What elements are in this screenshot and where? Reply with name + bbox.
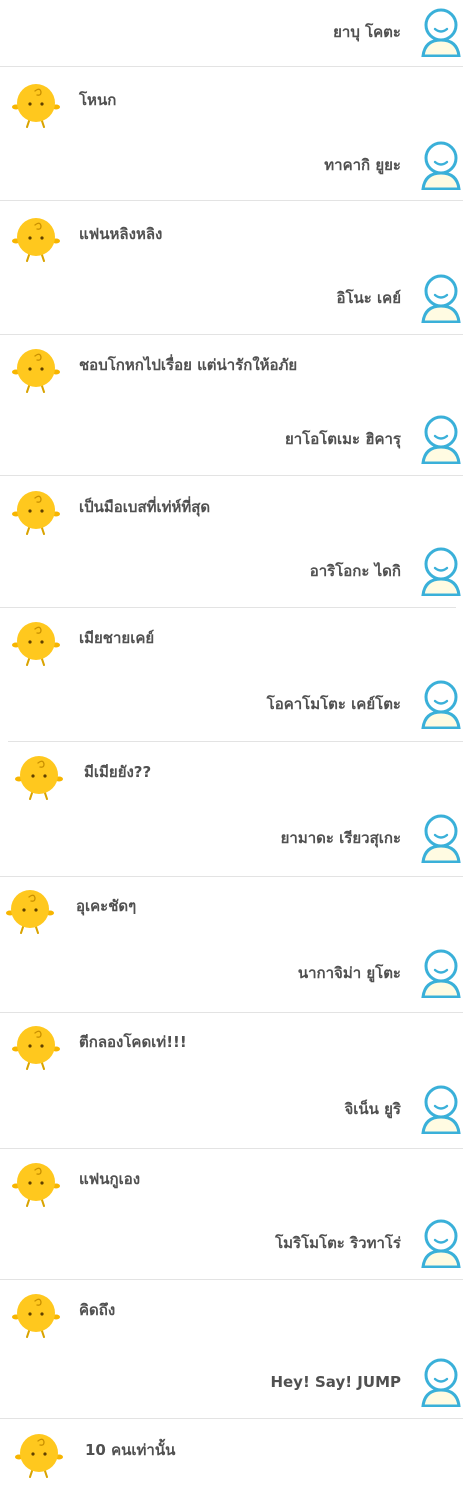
bot-message: แฟนหลิงหลิง [0, 216, 463, 262]
user-message: นากาจิม่า ยูโตะ [0, 948, 463, 998]
bot-message: คิดถึง [0, 1292, 463, 1338]
bot-avatar-icon [12, 1294, 60, 1338]
user-avatar-icon [421, 1085, 461, 1134]
user-avatar-icon [421, 547, 461, 596]
bot-message: เป็นมือเบสที่เท่ห์ที่สุด [0, 489, 463, 535]
user-message-text: นากาจิม่า ยูโตะ [297, 964, 401, 982]
separator [0, 200, 463, 201]
user-message: ยาโอโตเมะ ฮิคารุ [0, 414, 463, 464]
user-avatar-icon [421, 814, 461, 863]
separator [0, 66, 463, 67]
user-avatar-icon [421, 949, 461, 998]
user-message: โมริโมโตะ ริวทาโร่ [0, 1218, 463, 1268]
bot-avatar-icon [6, 890, 54, 934]
bot-message: ตีกลองโคดเท่!!! [0, 1024, 463, 1070]
user-message: Hey! Say! JUMP [0, 1357, 463, 1407]
bot-avatar-icon [12, 349, 60, 393]
bot-message-text: คิดถึง [79, 1301, 116, 1319]
bot-message-text: ตีกลองโคดเท่!!! [79, 1033, 187, 1051]
bot-message: ชอบโกหกไปเรื่อย แต่น่ารักให้อภัย [0, 347, 463, 393]
user-avatar-icon [421, 415, 461, 464]
bot-message-text: มีเมียยัง?? [84, 763, 152, 781]
user-message: โอคาโมโตะ เคย์โตะ [0, 679, 463, 729]
chat-feed: ยาบุ โคตะ โหนก ทาคากิ ยูยะ แฟนหลิงหลิง อ… [0, 0, 463, 1485]
user-message-text: ยามาดะ เรียวสุเกะ [280, 829, 401, 847]
separator [0, 607, 456, 608]
user-message: ยาบุ โคตะ [0, 7, 463, 57]
separator [8, 741, 463, 742]
bot-message: 10 คนเท่านั้น [0, 1432, 463, 1478]
user-avatar-icon [421, 1219, 461, 1268]
user-message-text: อาริโอกะ ไดกิ [309, 562, 401, 580]
user-message: จิเน็น ยูริ [0, 1084, 463, 1134]
separator [0, 475, 463, 476]
user-message: อิโนะ เคย์ [0, 273, 463, 323]
user-avatar-icon [421, 141, 461, 190]
bot-message-text: โหนก [79, 91, 117, 109]
bot-message-text: ชอบโกหกไปเรื่อย แต่น่ารักให้อภัย [79, 356, 298, 374]
bot-message-text: แฟนกูเอง [79, 1170, 141, 1188]
user-message: อาริโอกะ ไดกิ [0, 546, 463, 596]
user-message-text: ทาคากิ ยูยะ [324, 156, 401, 174]
bot-message-text: อุเคะชัดๆ [76, 897, 137, 915]
bot-message: โหนก [0, 82, 463, 128]
user-message: ทาคากิ ยูยะ [0, 140, 463, 190]
bot-message-text: แฟนหลิงหลิง [79, 225, 163, 243]
bot-avatar-icon [15, 1434, 63, 1478]
user-message-text: ยาโอโตเมะ ฮิคารุ [284, 430, 401, 448]
bot-message: อุเคะชัดๆ [0, 888, 463, 934]
user-message-text: โมริโมโตะ ริวทาโร่ [275, 1234, 401, 1252]
user-message-text: จิเน็น ยูริ [344, 1100, 402, 1118]
user-avatar-icon [421, 1358, 461, 1407]
bot-avatar-icon [12, 84, 60, 128]
bot-avatar-icon [12, 1026, 60, 1070]
separator [0, 1279, 463, 1280]
user-message-text: Hey! Say! JUMP [270, 1373, 401, 1391]
user-avatar-icon [421, 680, 461, 729]
bot-message-text: 10 คนเท่านั้น [85, 1441, 176, 1459]
separator [0, 334, 463, 335]
user-message: ยามาดะ เรียวสุเกะ [0, 813, 463, 863]
bot-avatar-icon [12, 622, 60, 666]
bot-message: แฟนกูเอง [0, 1161, 463, 1207]
separator [0, 1148, 463, 1149]
bot-message: มีเมียยัง?? [0, 754, 463, 800]
bot-avatar-icon [15, 756, 63, 800]
user-message-text: โอคาโมโตะ เคย์โตะ [266, 695, 401, 713]
separator [0, 1012, 463, 1013]
user-avatar-icon [421, 274, 461, 323]
bot-avatar-icon [12, 218, 60, 262]
user-message-text: อิโนะ เคย์ [336, 289, 401, 307]
bot-message-text: เมียชายเคย์ [79, 629, 155, 647]
user-message-text: ยาบุ โคตะ [333, 23, 401, 41]
bot-message-text: เป็นมือเบสที่เท่ห์ที่สุด [79, 498, 211, 516]
bot-message: เมียชายเคย์ [0, 620, 463, 666]
bot-avatar-icon [12, 1163, 60, 1207]
bot-avatar-icon [12, 491, 60, 535]
separator [0, 1418, 463, 1419]
user-avatar-icon [421, 8, 461, 57]
separator [0, 876, 463, 877]
